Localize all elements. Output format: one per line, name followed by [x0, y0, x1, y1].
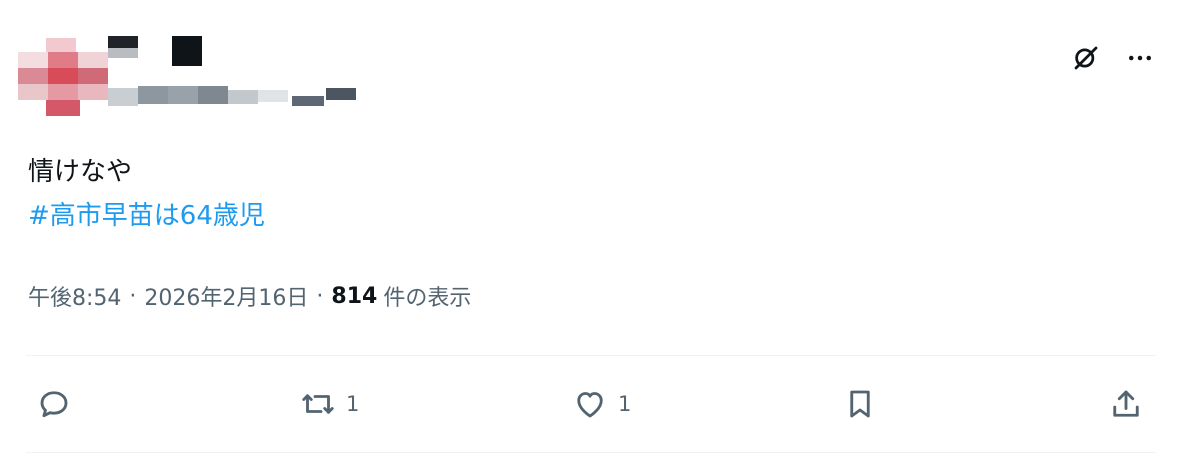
like-count: 1: [618, 392, 632, 416]
author-name-obscured[interactable]: [108, 36, 368, 108]
retweet-icon: [302, 394, 334, 414]
more-icon[interactable]: [1122, 40, 1158, 76]
bookmark-button[interactable]: [842, 380, 878, 428]
divider: [26, 452, 1156, 453]
tweet-action-bar: 1 1: [36, 380, 1158, 428]
views-label: 件の表示: [383, 286, 472, 311]
tweet-time[interactable]: 午後8:54: [28, 280, 121, 312]
tweet-top-actions: [1068, 40, 1158, 76]
like-button[interactable]: 1: [572, 380, 631, 428]
hashtag-link[interactable]: #高市早苗は64歳児: [28, 194, 265, 238]
retweet-count: 1: [346, 392, 360, 416]
tweet-date[interactable]: 2026年2月16日: [144, 280, 308, 312]
tweet-text: 情けなや #高市早苗は64歳児: [28, 150, 265, 238]
reply-button[interactable]: [36, 380, 82, 428]
tweet-text-line: 情けなや: [28, 157, 133, 187]
bookmark-icon: [850, 390, 870, 418]
tweet-meta: 午後8:54 · 2026年2月16日 · 814 件の表示: [28, 280, 471, 312]
share-button[interactable]: [1108, 380, 1144, 428]
avatar[interactable]: [18, 38, 108, 116]
divider: [26, 355, 1156, 356]
grok-icon[interactable]: [1068, 40, 1104, 76]
reply-icon: [40, 391, 68, 418]
retweet-button[interactable]: 1: [300, 380, 359, 428]
meta-separator: ·: [316, 283, 324, 309]
views-count[interactable]: 814: [331, 284, 377, 309]
meta-separator: ·: [129, 283, 137, 309]
like-icon: [577, 392, 603, 418]
share-icon: [1113, 390, 1139, 417]
